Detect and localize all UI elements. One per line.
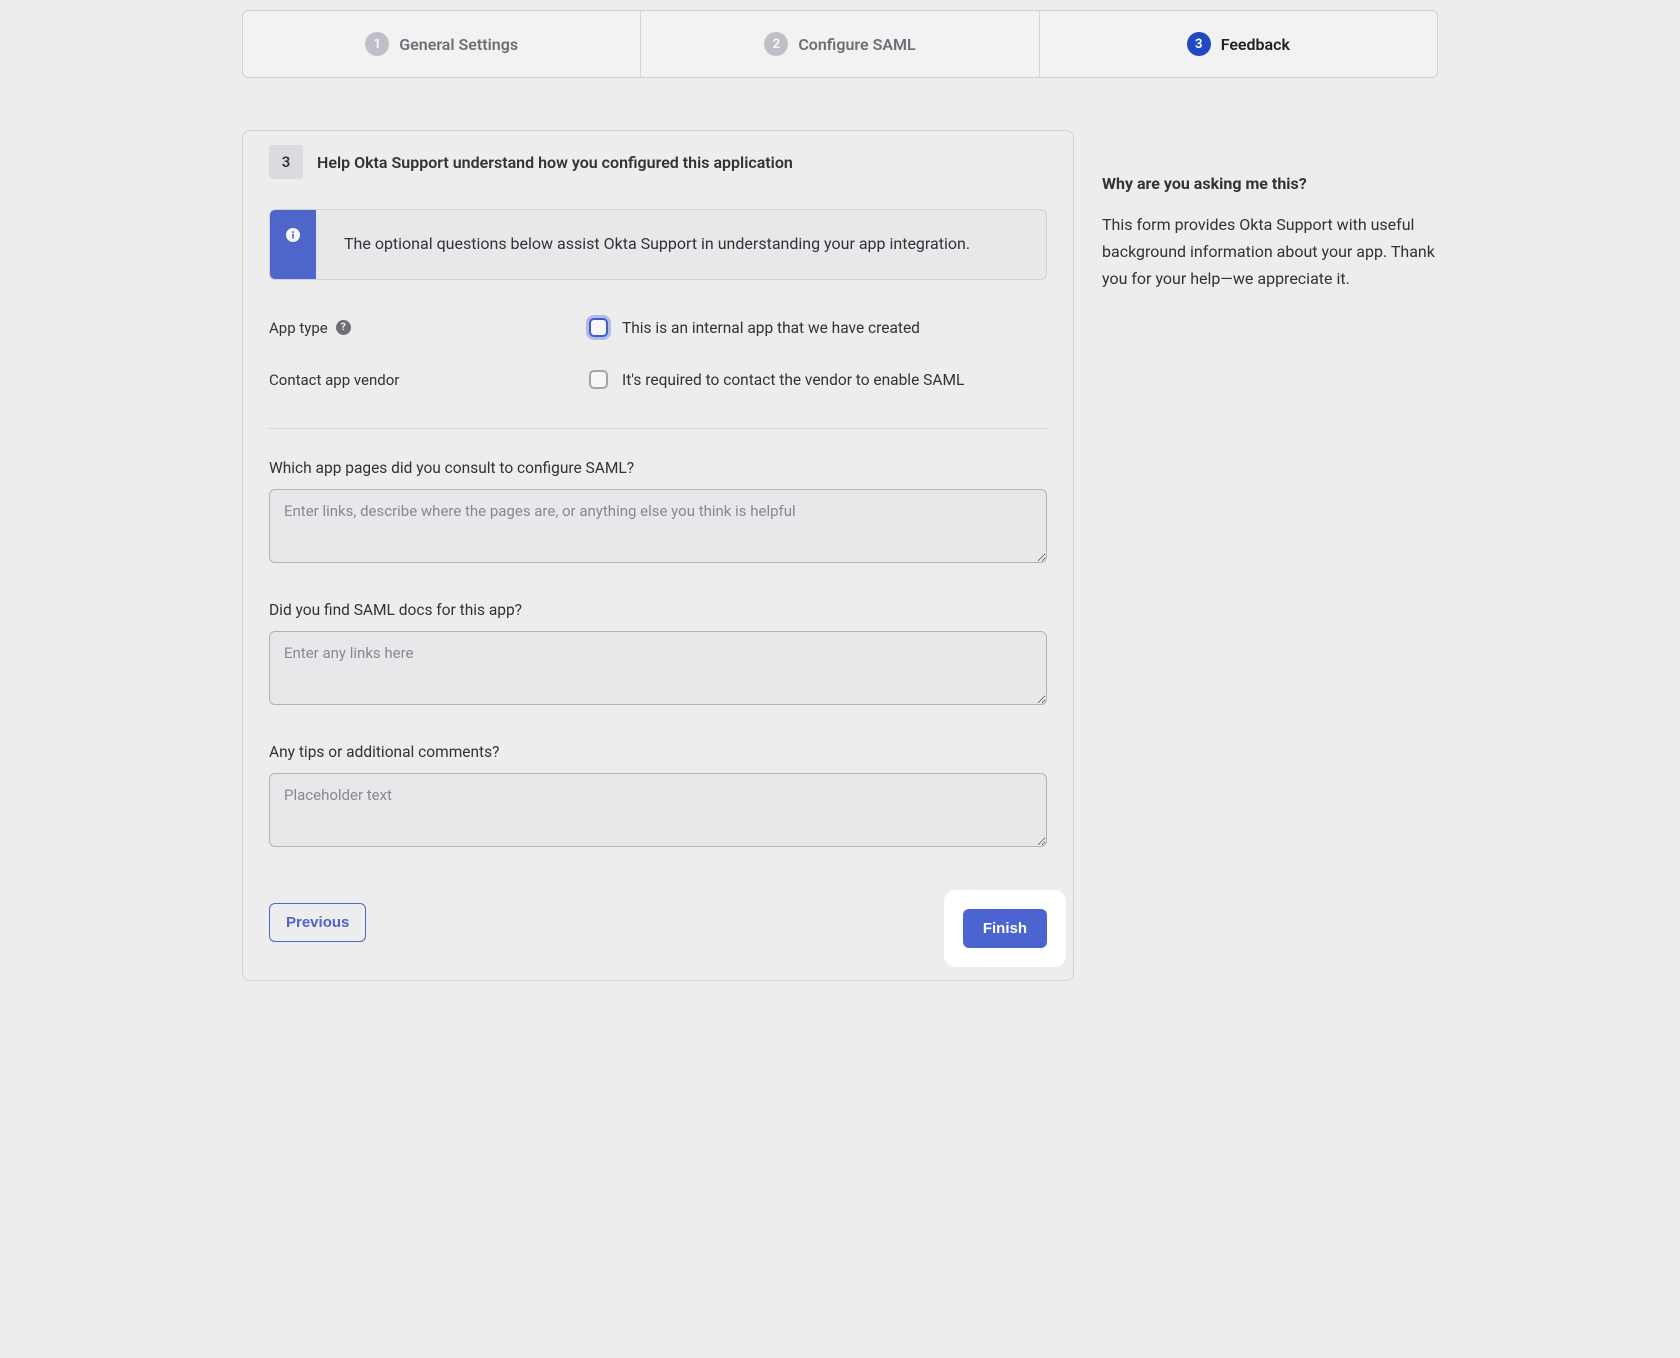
- contact-vendor-checkbox[interactable]: [589, 370, 608, 389]
- info-text: The optional questions below assist Okta…: [316, 210, 998, 279]
- info-banner: The optional questions below assist Okta…: [269, 209, 1047, 280]
- step-label: Feedback: [1221, 35, 1290, 54]
- wizard-stepper: 1 General Settings 2 Configure SAML 3 Fe…: [242, 10, 1438, 78]
- app-type-checkbox[interactable]: [589, 318, 608, 337]
- card-step-number: 3: [269, 145, 303, 179]
- card-header: 3 Help Okta Support understand how you c…: [269, 145, 1047, 179]
- feedback-card: 3 Help Okta Support understand how you c…: [242, 130, 1074, 981]
- contact-vendor-checkbox-label: It's required to contact the vendor to e…: [622, 371, 964, 389]
- step-number: 2: [764, 32, 788, 56]
- finish-highlight: Finish: [945, 891, 1065, 966]
- app-type-label: App type ?: [269, 319, 589, 337]
- info-icon: [270, 210, 316, 279]
- help-icon[interactable]: ?: [336, 320, 351, 335]
- side-panel: Why are you asking me this? This form pr…: [1102, 130, 1438, 293]
- previous-button[interactable]: Previous: [269, 903, 366, 942]
- step-label: Configure SAML: [798, 35, 915, 54]
- tips-input[interactable]: [269, 773, 1047, 847]
- saml-docs-label: Did you find SAML docs for this app?: [269, 601, 1047, 619]
- app-type-checkbox-label: This is an internal app that we have cre…: [622, 319, 920, 337]
- card-title: Help Okta Support understand how you con…: [317, 153, 793, 172]
- step-configure-saml[interactable]: 2 Configure SAML: [641, 11, 1039, 77]
- saml-docs-input[interactable]: [269, 631, 1047, 705]
- pages-consulted-label: Which app pages did you consult to confi…: [269, 459, 1047, 477]
- step-feedback[interactable]: 3 Feedback: [1040, 11, 1437, 77]
- tips-label: Any tips or additional comments?: [269, 743, 1047, 761]
- app-type-option[interactable]: This is an internal app that we have cre…: [589, 318, 920, 337]
- step-general-settings[interactable]: 1 General Settings: [243, 11, 641, 77]
- step-number: 1: [365, 32, 389, 56]
- step-label: General Settings: [399, 35, 518, 54]
- side-body: This form provides Okta Support with use…: [1102, 211, 1438, 293]
- side-title: Why are you asking me this?: [1102, 174, 1438, 193]
- contact-vendor-option[interactable]: It's required to contact the vendor to e…: [589, 370, 964, 389]
- step-number: 3: [1187, 32, 1211, 56]
- contact-vendor-label: Contact app vendor: [269, 371, 589, 389]
- divider: [269, 428, 1047, 429]
- finish-button[interactable]: Finish: [963, 909, 1047, 948]
- pages-consulted-input[interactable]: [269, 489, 1047, 563]
